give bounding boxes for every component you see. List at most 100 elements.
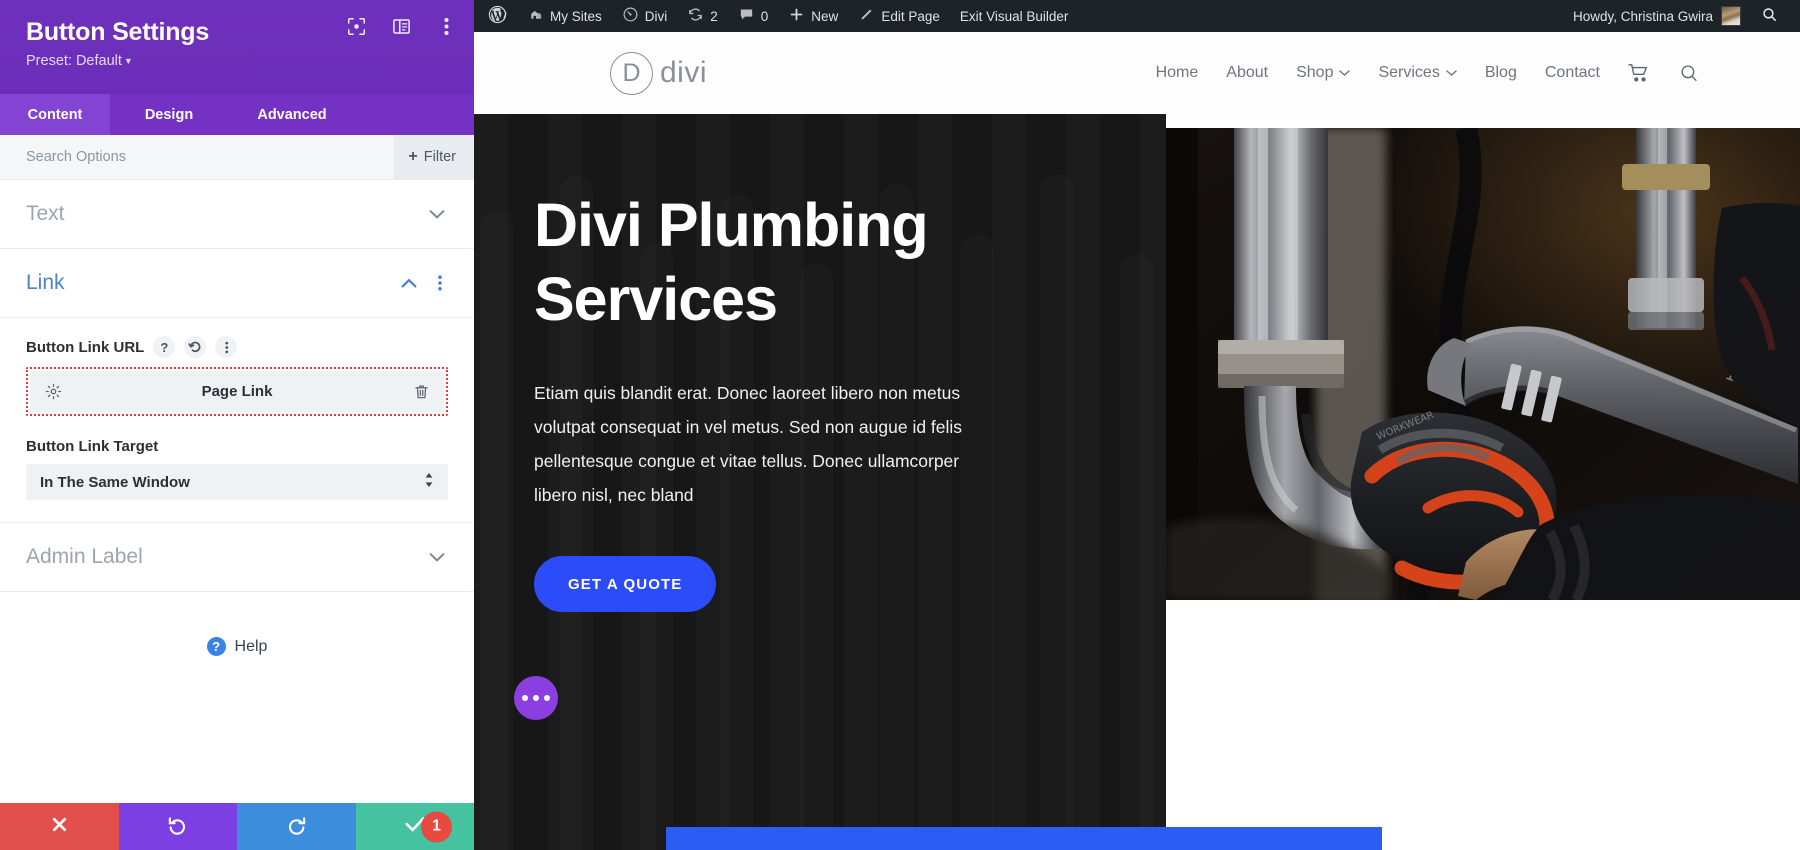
button-link-url-field[interactable]: Page Link [30,371,444,412]
filter-label: Filter [423,149,456,165]
panel-tabs: Content Design Advanced [0,94,474,135]
admin-bar-item-wordpress[interactable] [474,0,517,32]
dot [522,695,528,701]
admin-bar-item-new[interactable]: New [778,0,848,32]
howdy-label: Howdy, Christina Gwira [1572,8,1713,24]
admin-bar-label: 2 [710,8,718,24]
undo-icon [167,814,188,840]
nav-item-shop[interactable]: Shop [1296,64,1351,82]
panel-header-icons [346,16,456,36]
chevron-down-icon [426,203,448,225]
section-title: Link [26,271,65,294]
undo-button[interactable] [118,803,237,850]
plus-icon: + [408,148,418,165]
tab-advanced[interactable]: Advanced [228,94,356,135]
dynamic-value-label: Page Link [201,383,273,400]
button-link-url-label-row: Button Link URL ? [26,336,448,358]
get-a-quote-button[interactable]: GET A QUOTE [534,556,717,612]
admin-bar-item-divi[interactable]: Divi [612,0,678,32]
panel-footer: 1 [0,803,474,850]
admin-bar-item-my-sites[interactable]: My Sites [517,0,612,32]
admin-bar-label: 0 [760,8,769,24]
focus-icon[interactable] [346,16,366,36]
comments-icon [738,6,755,26]
site-header: D divi Home About Shop Services Blog Con… [474,32,1800,114]
redo-button[interactable] [237,803,356,850]
nav-label: Services [1378,64,1440,81]
cancel-button[interactable] [0,803,119,850]
nav-label: About [1226,64,1269,81]
nav-item-home[interactable]: Home [1156,64,1199,82]
section-link[interactable]: Link [0,249,474,318]
admin-bar-item-comments[interactable]: 0 [728,0,779,32]
tab-design[interactable]: Design [110,94,228,135]
close-icon [50,815,69,839]
site-logo[interactable]: D divi [610,51,708,95]
admin-bar-label: New [811,8,839,24]
section-title: Admin Label [26,545,143,568]
hero-content: Divi Plumbing Services Etiam quis blandi… [474,114,1166,612]
admin-bar-item-exit-visual-builder[interactable]: Exit Visual Builder [950,0,1079,32]
wordpress-icon [488,5,507,27]
chevron-down-icon [426,546,448,568]
module-actions-floating-button[interactable] [514,676,558,720]
more-vertical-icon[interactable] [215,336,238,358]
admin-bar-label: Divi [644,8,668,24]
trash-icon[interactable] [412,383,430,401]
nav-label: Contact [1544,64,1600,81]
plumber-wrench-photo: 12 WORKWEAR [1166,128,1800,600]
dot [533,695,539,701]
admin-bar-label: Exit Visual Builder [959,8,1069,24]
search-input[interactable] [0,135,395,179]
logo-mark: D [610,51,653,95]
hero-section: Divi Plumbing Services Etiam quis blandi… [474,114,1166,850]
nav-item-blog[interactable]: Blog [1485,64,1517,82]
nav-item-about[interactable]: About [1226,64,1268,82]
section-text[interactable]: Text [0,180,474,249]
save-button[interactable]: 1 [355,803,474,850]
cart-icon[interactable] [1628,62,1650,84]
search-icon[interactable] [1678,62,1700,84]
pencil-icon [858,6,875,26]
preset-label: Preset: Default [26,53,122,69]
filter-button[interactable]: + Filter [394,134,474,180]
nav-label: Blog [1484,64,1517,81]
gear-icon[interactable] [44,383,62,401]
dot [544,695,550,701]
admin-bar-account[interactable]: Howdy, Christina Gwira [1563,6,1751,26]
help-label: Help [234,637,268,655]
nav-label: Shop [1296,64,1334,81]
section-title: Text [26,202,65,225]
link-section-body: Button Link URL ? Page Link Button Link … [0,318,474,523]
unsaved-changes-badge: 1 [421,811,452,842]
more-vertical-icon[interactable] [436,16,456,36]
layout-icon[interactable] [391,16,411,36]
nav-item-services[interactable]: Services [1378,64,1457,82]
help-link[interactable]: ? Help [0,637,474,656]
hero-image: 12 WORKWEAR [1166,128,1800,600]
admin-bar-item-updates[interactable]: 2 [677,0,728,32]
redo-icon [286,814,307,840]
admin-bar-search-button[interactable] [1751,0,1788,32]
site-navigation: Home About Shop Services Blog Contact [1156,62,1700,84]
reset-icon[interactable] [184,336,207,358]
button-link-target-select[interactable]: In The Same Window [26,464,448,500]
admin-bar-label: My Sites [550,8,602,24]
tab-content[interactable]: Content [0,94,110,135]
section-options-icon[interactable] [432,275,448,291]
hero-heading: Divi Plumbing Services [534,191,929,333]
help-icon[interactable]: ? [153,336,176,358]
nav-item-contact[interactable]: Contact [1545,64,1600,82]
search-row: + Filter [0,134,474,180]
select-arrows-icon [424,472,434,492]
section-admin-label[interactable]: Admin Label [0,523,474,592]
admin-bar-item-edit-page[interactable]: Edit Page [848,0,950,32]
updates-icon [687,6,704,26]
module-settings-panel: Button Settings Preset: Default ▼ Conten… [0,0,474,850]
logo-text: divi [660,56,708,89]
hero-paragraph: Etiam quis blandit erat. Donec laoreet l… [534,383,963,505]
field-label: Button Link URL [26,338,145,356]
sites-icon [527,6,544,26]
divi-dashboard-icon [622,6,639,26]
panel-preset[interactable]: Preset: Default ▼ [26,53,454,69]
